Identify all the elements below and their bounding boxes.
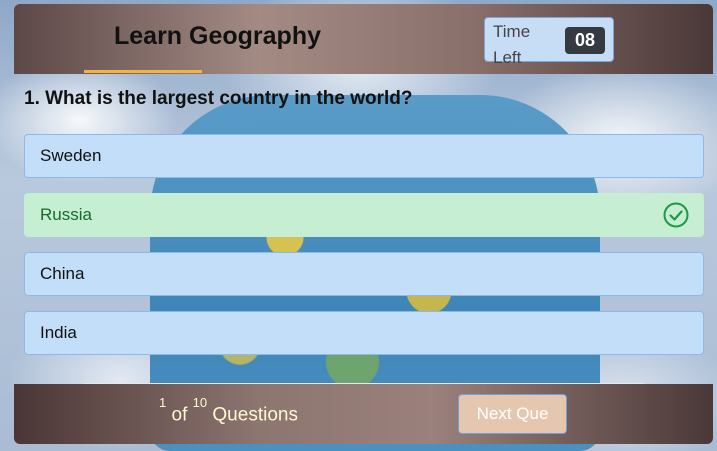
- option-label: China: [40, 264, 85, 283]
- timer-seconds: 08: [565, 27, 605, 54]
- counter-questions: Questions: [212, 404, 298, 426]
- timer: Time Left 08: [484, 17, 614, 67]
- check-circle-icon: [663, 202, 689, 228]
- counter-of: of: [171, 404, 188, 426]
- quiz-footer: 1 of 10 Questions Next Que: [14, 384, 713, 444]
- option-sweden[interactable]: Sweden: [24, 134, 704, 178]
- option-india[interactable]: India: [24, 311, 704, 355]
- timer-label: Time Left: [493, 22, 531, 67]
- option-china[interactable]: China: [24, 252, 704, 296]
- title-underline: [84, 70, 202, 73]
- question-counter: 1 of 10 Questions: [159, 395, 298, 426]
- quiz-header: Learn Geography Time Left 08: [14, 4, 713, 74]
- quiz-card: Learn Geography Time Left 08 1. What is …: [14, 4, 713, 444]
- option-russia[interactable]: Russia: [24, 193, 704, 237]
- question-text: 1. What is the largest country in the wo…: [24, 88, 413, 109]
- option-label: Sweden: [40, 146, 102, 165]
- option-label: Russia: [40, 205, 92, 224]
- option-label: India: [40, 323, 77, 342]
- page-title: Learn Geography: [114, 22, 321, 50]
- option-list: Sweden Russia China India: [24, 134, 704, 370]
- next-question-button[interactable]: Next Que: [458, 394, 567, 434]
- total-questions-number: 10: [192, 395, 208, 410]
- current-question-number: 1: [159, 395, 167, 410]
